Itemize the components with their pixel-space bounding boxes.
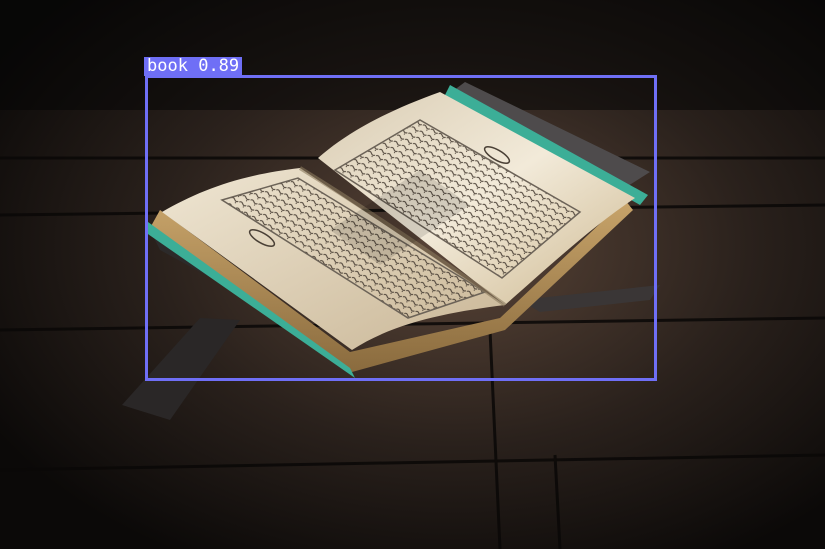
detection-class: book — [147, 56, 188, 76]
detection-confidence: 0.89 — [198, 56, 240, 76]
detection-label: book 0.89 — [144, 56, 243, 76]
detection-bounding-box — [145, 75, 657, 381]
photo-canvas: book 0.89 — [0, 0, 825, 549]
